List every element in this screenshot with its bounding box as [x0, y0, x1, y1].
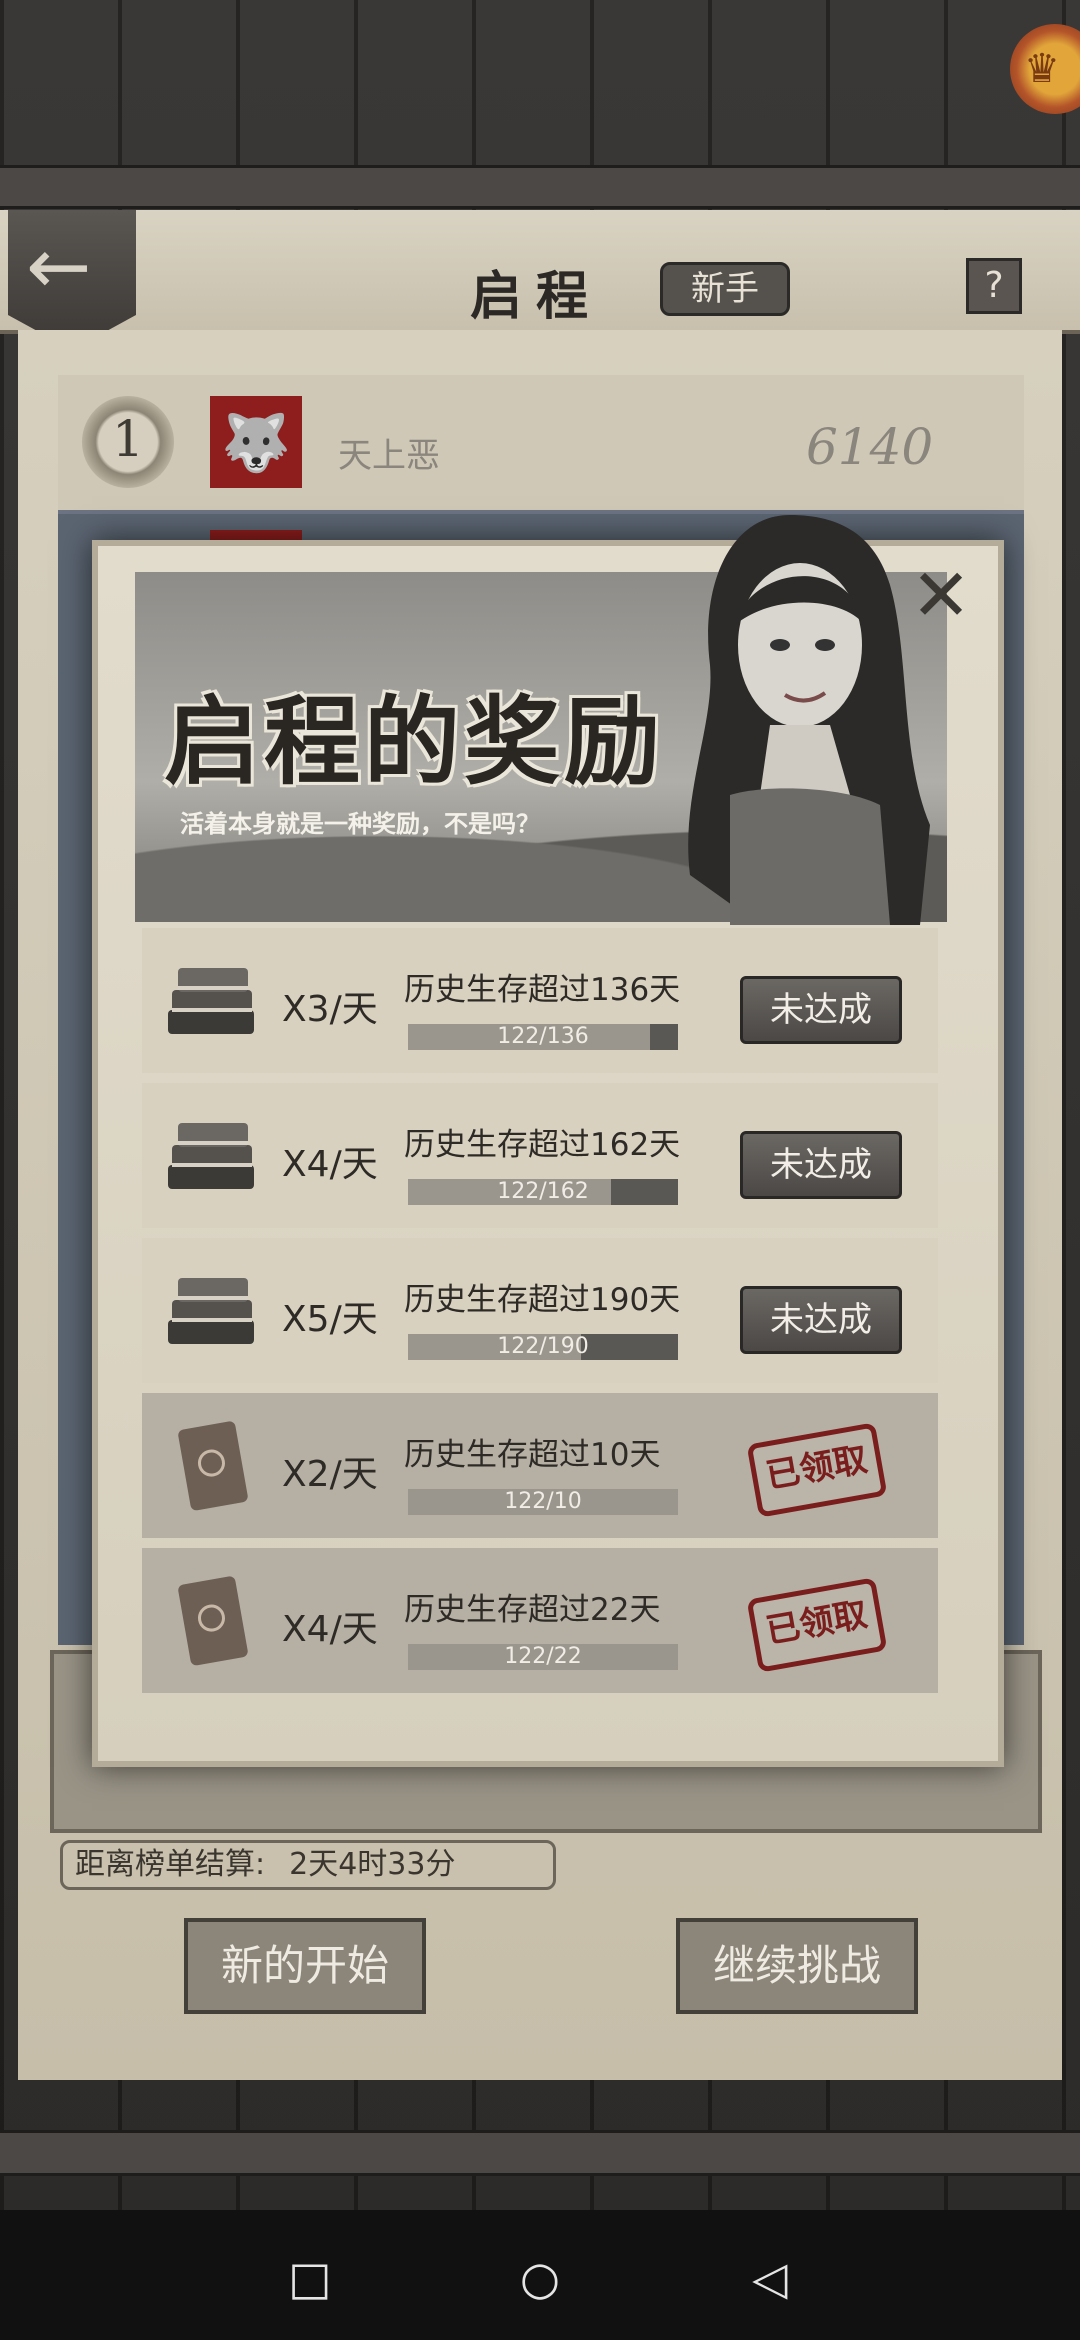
bottom-frame-bar [0, 2130, 1080, 2176]
countdown-label: 距离榜单结算: [75, 1847, 266, 1882]
close-button[interactable]: ✕ [906, 559, 976, 631]
progress-text: 122/10 [504, 1489, 582, 1514]
old-book-icon [162, 1576, 262, 1666]
continue-challenge-button[interactable]: 继续挑战 [676, 1918, 918, 2014]
character-illustration [688, 515, 930, 925]
recent-apps-icon[interactable]: □ [280, 2248, 340, 2308]
reward-multiplier: X4/天 [282, 1609, 378, 1650]
reward-row: X2/天 历史生存超过10天 122/10 已领取 [142, 1393, 938, 1538]
not-achieved-button[interactable]: 未达成 [740, 976, 902, 1044]
reward-multiplier: X2/天 [282, 1454, 378, 1495]
new-start-button[interactable]: 新的开始 [184, 1918, 426, 2014]
reward-requirement: 历史生存超过162天 [404, 1127, 681, 1163]
countdown-bar: 距离榜单结算: 2天4时33分 [60, 1840, 556, 1890]
reward-progress-bar: 122/162 [408, 1179, 678, 1205]
close-icon: ✕ [910, 553, 972, 637]
books-stack-icon [162, 956, 262, 1046]
back-nav-icon[interactable]: ◁ [740, 2248, 800, 2308]
modal-title: 启程的奖励 [164, 685, 664, 798]
old-book-icon [162, 1421, 262, 1511]
countdown-value: 2天4时33分 [289, 1847, 456, 1882]
system-navbar: □ ○ ◁ [0, 2210, 1080, 2340]
player-name: 天上恶 [338, 436, 440, 476]
reward-list[interactable]: X3/天 历史生存超过136天 122/136 未达成 X4/天 历史生存超过162天 12… [142, 928, 938, 1733]
top-frame-bar [0, 165, 1080, 209]
home-icon[interactable]: ○ [510, 2248, 570, 2308]
reward-progress-bar: 122/190 [408, 1334, 678, 1360]
progress-text: 122/190 [497, 1334, 589, 1359]
help-button[interactable]: ? [966, 258, 1022, 314]
books-stack-icon [162, 1111, 262, 1201]
reward-requirement: 历史生存超过136天 [404, 972, 681, 1008]
claimed-stamp: 已领取 [746, 1422, 888, 1518]
reward-requirement: 历史生存超过10天 [404, 1437, 661, 1473]
reward-multiplier: X5/天 [282, 1299, 378, 1340]
books-stack-icon [162, 1266, 262, 1356]
progress-text: 122/162 [497, 1179, 589, 1204]
page-title: 启程 [470, 266, 603, 327]
progress-text: 122/22 [504, 1644, 582, 1669]
modal-subtitle: 活着本身就是一种奖励，不是吗？ [180, 810, 540, 838]
progress-text: 122/136 [497, 1024, 589, 1049]
crown-icon: ♛ [1024, 46, 1060, 92]
wolf-icon: 🐺 [221, 411, 291, 476]
reward-progress-bar: 122/22 [408, 1644, 678, 1670]
reward-row: X4/天 历史生存超过162天 122/162 未达成 [142, 1083, 938, 1228]
reward-row: X3/天 历史生存超过136天 122/136 未达成 [142, 928, 938, 1073]
reward-multiplier: X3/天 [282, 989, 378, 1030]
claimed-stamp: 已领取 [746, 1577, 888, 1673]
reward-progress-bar: 122/10 [408, 1489, 678, 1515]
reward-row: X4/天 历史生存超过22天 122/22 已领取 [142, 1548, 938, 1693]
reward-multiplier: X4/天 [282, 1144, 378, 1185]
not-achieved-button[interactable]: 未达成 [740, 1131, 902, 1199]
mode-badge[interactable]: 新手 [660, 262, 790, 316]
reward-requirement: 历史生存超过190天 [404, 1282, 681, 1318]
rank-medal-icon: 1 [82, 396, 174, 488]
reward-row: X5/天 历史生存超过190天 122/190 未达成 [142, 1238, 938, 1383]
arrow-left-icon: ← [26, 222, 92, 312]
reward-requirement: 历史生存超过22天 [404, 1592, 661, 1628]
player-score: 6140 [806, 418, 934, 476]
reward-progress-bar: 122/136 [408, 1024, 678, 1050]
rank-number: 1 [112, 410, 144, 468]
not-achieved-button[interactable]: 未达成 [740, 1286, 902, 1354]
avatar[interactable]: 🐺 [210, 396, 302, 488]
